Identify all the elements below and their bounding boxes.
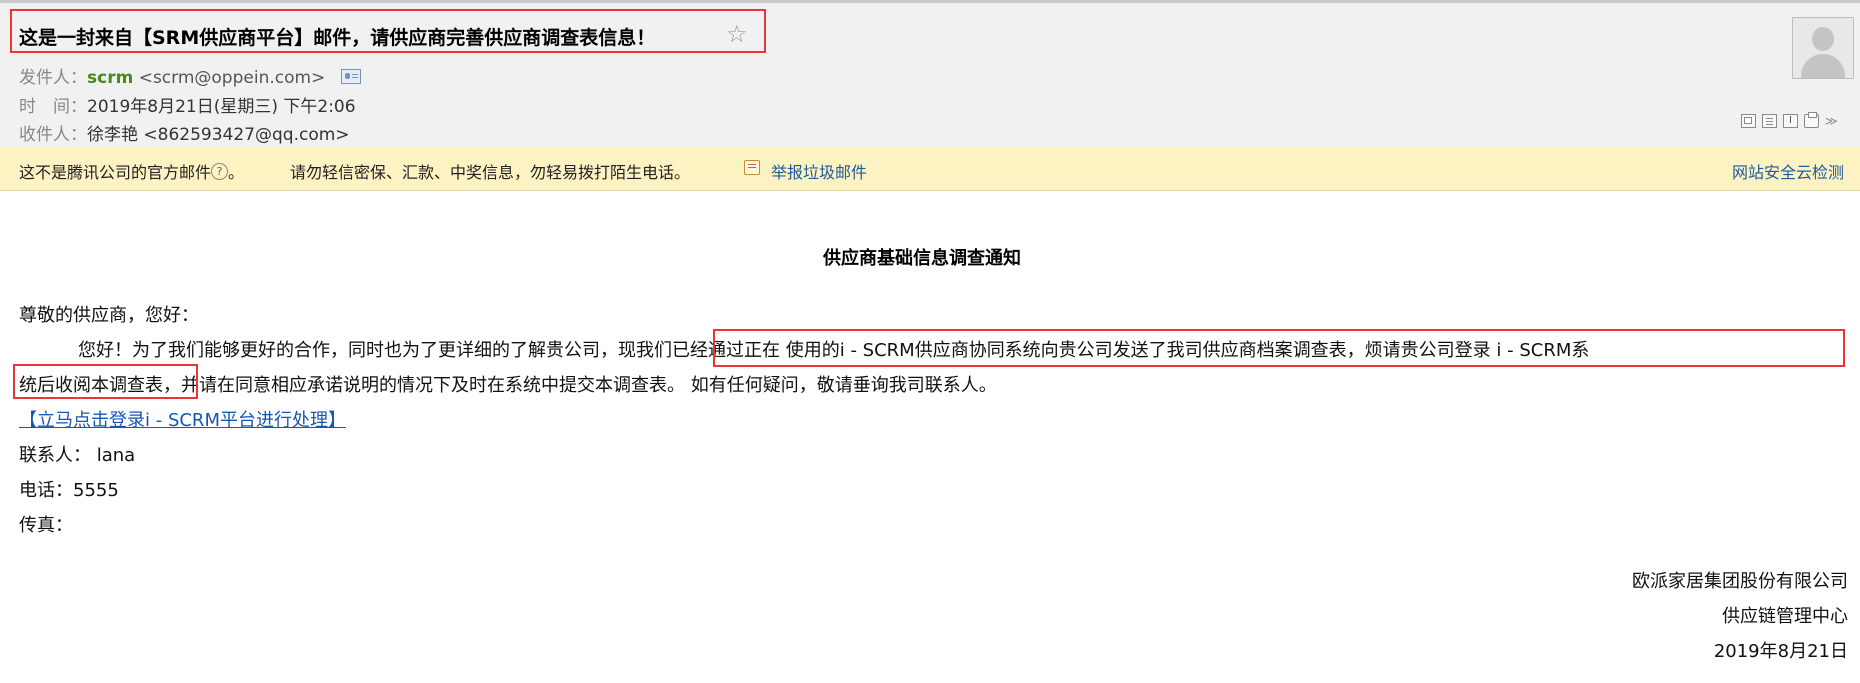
notice-title: 供应商基础信息调查通知	[823, 248, 1021, 269]
warning-bar: 这不是腾讯公司的官方邮件?。 请勿轻信密保、汇款、中奖信息，勿轻易拨打陌生电话。	[0, 147, 1860, 191]
email-read-view: 这是一封来自【SRM供应商平台】邮件，请供应商完善供应商调查表信息！ ☆ 发件人…	[0, 0, 1860, 683]
recipient[interactable]: 徐李艳 <862593427@qq.com>	[87, 125, 350, 145]
to-label: 收件人：	[19, 125, 87, 145]
avatar-head-shape	[1812, 27, 1834, 51]
sender-email: <scrm@oppein.com>	[138, 68, 326, 88]
download-icon[interactable]	[1783, 114, 1798, 128]
popout-icon[interactable]	[1741, 114, 1756, 128]
official-mail-warning: 这不是腾讯公司的官方邮件?。	[19, 159, 244, 183]
sender-row: 发件人：scrm <scrm@oppein.com>	[19, 63, 361, 88]
highlight-box-line-2	[13, 364, 198, 399]
print-icon[interactable]	[1804, 112, 1819, 128]
avatar[interactable]	[1792, 17, 1854, 79]
report-icon[interactable]	[744, 160, 760, 175]
fraud-warning: 请勿轻信密保、汇款、中奖信息，勿轻易拨打陌生电话。	[290, 163, 691, 182]
contact-person: 联系人： lana	[19, 445, 136, 466]
highlight-box-line-1	[713, 329, 1845, 367]
avatar-body-shape	[1801, 54, 1845, 78]
email-subject: 这是一封来自【SRM供应商平台】邮件，请供应商完善供应商调查表信息！	[19, 27, 656, 49]
greeting: 尊敬的供应商，您好：	[19, 305, 199, 326]
sender-name[interactable]: scrm	[87, 68, 133, 88]
email-header: 这是一封来自【SRM供应商平台】邮件，请供应商完善供应商调查表信息！ ☆ 发件人…	[0, 0, 1860, 147]
contact-card-icon[interactable]	[340, 68, 361, 84]
help-icon[interactable]: ?	[211, 163, 229, 180]
signature-company: 欧派家居集团股份有限公司	[1632, 571, 1848, 592]
email-toolbar: ≫	[1741, 112, 1838, 128]
report-spam-link[interactable]: 举报垃圾邮件	[771, 159, 867, 183]
warning-text: 这不是腾讯公司的官方邮件	[19, 163, 212, 182]
recipient-row: 收件人：徐李艳 <862593427@qq.com>	[19, 120, 350, 145]
fax-number: 传真：	[19, 515, 73, 536]
more-chevron-icon[interactable]: ≫	[1825, 115, 1838, 127]
time-value: 2019年8月21日(星期三) 下午2:06	[87, 97, 356, 117]
from-label: 发件人：	[19, 68, 87, 88]
warning-text-end: 。	[228, 163, 245, 182]
time-row: 时 间：2019年8月21日(星期三) 下午2:06	[19, 92, 356, 117]
security-scan-link[interactable]: 网站安全云检测	[1732, 159, 1844, 183]
time-label: 时 间：	[19, 97, 87, 117]
signature-date: 2019年8月21日	[1713, 641, 1848, 662]
phone-number: 电话：5555	[19, 480, 119, 501]
view-source-icon[interactable]	[1762, 114, 1777, 128]
login-scrm-link[interactable]: 【立马点击登录i - SCRM平台进行处理】	[19, 406, 346, 432]
star-icon[interactable]: ☆	[726, 22, 748, 46]
signature-department: 供应链管理中心	[1722, 606, 1848, 627]
